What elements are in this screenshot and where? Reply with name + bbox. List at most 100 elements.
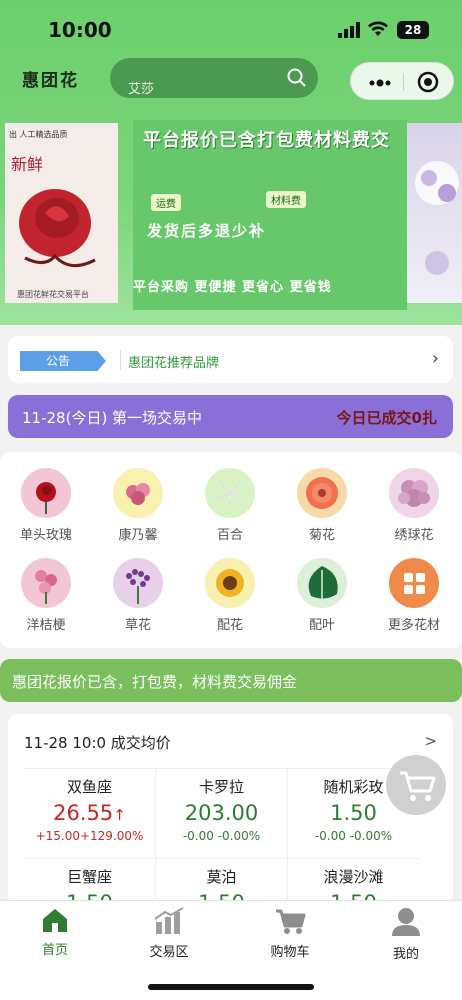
category-label: 配花 xyxy=(216,618,243,633)
announcement-badge: 公告 xyxy=(20,351,106,371)
category-lisianthus[interactable]: 洋桔梗 xyxy=(6,558,86,633)
banner-tag-material: 材料费 xyxy=(266,191,306,208)
search-icon[interactable] xyxy=(286,67,308,93)
home-indicator xyxy=(148,984,314,990)
battery-icon: 28 xyxy=(397,21,429,39)
miniprogram-capsule xyxy=(350,62,454,100)
leaf-icon xyxy=(297,558,347,608)
hydrangea-icon xyxy=(389,468,439,518)
announcement-divider xyxy=(120,350,121,370)
price-item-change: -0.00 -0.00% xyxy=(182,829,261,843)
category-label: 康乃馨 xyxy=(118,528,158,543)
banner-bottom-text: 平台采购 更便捷 更省心 更省钱 xyxy=(133,280,332,295)
banner-title: 平台报价已含打包费材料费交 xyxy=(143,130,390,151)
price-item[interactable]: 浪漫沙滩 1.50 xyxy=(288,866,419,904)
price-item-name: 巨蟹座 xyxy=(66,868,112,886)
banner-fresh-text: 新鲜 xyxy=(11,155,44,174)
category-hydrangea[interactable]: 绣球花 xyxy=(374,468,454,543)
floating-cart-button[interactable] xyxy=(386,755,446,815)
banner-rose-card: 出 人工精选品质 新鲜 惠团花鲜花交易平台 xyxy=(5,123,118,303)
tab-label: 购物车 xyxy=(270,945,310,960)
sunflower-icon xyxy=(205,558,255,608)
price-item-value: 26.55↑ xyxy=(53,801,126,825)
category-single-rose[interactable]: 单头玫瑰 xyxy=(6,468,86,543)
close-icon[interactable] xyxy=(417,71,439,97)
category-carnation[interactable]: 康乃馨 xyxy=(98,468,178,543)
home-icon xyxy=(43,909,67,932)
up-arrow-icon: ↑ xyxy=(113,806,126,824)
carnation-icon xyxy=(113,468,163,518)
rose-icon xyxy=(21,468,71,518)
category-label: 绣球花 xyxy=(394,528,434,543)
grid-icon xyxy=(389,558,439,608)
banner-flower-image xyxy=(407,123,462,303)
announcement-bar[interactable]: 公告 惠团花推荐品牌 › xyxy=(8,336,453,383)
category-foliage[interactable]: 配叶 xyxy=(282,558,362,633)
chart-icon xyxy=(154,907,184,934)
wifi-icon xyxy=(367,20,389,42)
price-item[interactable]: 巨蟹座 1.50 xyxy=(24,866,155,904)
search-input[interactable]: 艾莎 xyxy=(110,58,318,98)
price-item-name: 卡罗拉 xyxy=(198,778,244,796)
category-label: 百合 xyxy=(216,528,243,543)
announcement-text[interactable]: 惠团花推荐品牌 xyxy=(128,352,219,371)
shopping-cart-icon xyxy=(276,909,306,934)
price-item-name: 双鱼座 xyxy=(66,778,112,796)
tab-home[interactable]: 首页 xyxy=(10,907,100,958)
banner-left-top-text: 出 人工精选品质 xyxy=(9,130,68,139)
category-label: 洋桔梗 xyxy=(26,618,66,633)
banner-left-bottom-text: 惠团花鲜花交易平台 xyxy=(17,290,89,299)
price-item[interactable]: 卡罗拉 203.00 -0.00 -0.00% xyxy=(156,776,287,843)
promo-banner[interactable]: 出 人工精选品质 新鲜 惠团花鲜花交易平台 平台报价已含打包费材料费交 运费 材… xyxy=(0,120,462,310)
grass-flower-icon xyxy=(113,558,163,608)
chevron-right-icon[interactable]: › xyxy=(432,348,439,369)
category-label: 草花 xyxy=(124,618,151,633)
tab-label: 首页 xyxy=(41,943,68,958)
price-item-change: +15.00+129.00% xyxy=(35,829,144,843)
banner-tag-freight: 运费 xyxy=(151,194,181,211)
lily-icon xyxy=(205,468,255,518)
banner-main-panel: 平台报价已含打包费材料费交 运费 材料费 发货后多退少补 平台采购 更便捷 更省… xyxy=(133,120,407,310)
pricing-notice-bar: 惠团花报价已含，打包费，材料费交易佣金 xyxy=(0,659,462,702)
category-label: 配叶 xyxy=(308,618,335,633)
category-chrysanthemum[interactable]: 菊花 xyxy=(282,468,362,543)
chevron-right-icon[interactable]: > xyxy=(424,732,437,750)
price-item-change: -0.00 -0.00% xyxy=(314,829,393,843)
category-grass-flower[interactable]: 草花 xyxy=(98,558,178,633)
tab-profile[interactable]: 我的 xyxy=(361,907,451,962)
category-label: 更多花材 xyxy=(387,618,440,633)
category-filler-flower[interactable]: 配花 xyxy=(190,558,270,633)
category-lily[interactable]: 百合 xyxy=(190,468,270,543)
today-deals-count: 今日已成交0扎 xyxy=(336,409,437,427)
price-item[interactable]: 莫泊 1.50 xyxy=(156,866,287,904)
category-more-materials[interactable]: 更多花材 xyxy=(374,558,454,633)
price-item-value: 203.00 xyxy=(184,801,259,825)
trading-session-text: 11-28(今日) 第一场交易中 xyxy=(22,409,203,427)
price-item-name: 莫泊 xyxy=(206,868,237,886)
app-logo: 惠团花 xyxy=(22,71,79,91)
grid-divider xyxy=(24,858,419,859)
search-placeholder: 艾莎 xyxy=(128,82,155,97)
cellular-signal-icon xyxy=(338,22,360,42)
price-board-title: 11-28 10:0 成交均价 xyxy=(24,734,171,752)
status-bar: 10:00 28 xyxy=(0,0,462,50)
status-time: 10:00 xyxy=(48,18,112,42)
capsule-divider xyxy=(403,73,404,91)
trading-session-bar[interactable]: 11-28(今日) 第一场交易中 今日已成交0扎 xyxy=(8,395,453,438)
chrysanthemum-icon xyxy=(297,468,347,518)
more-icon[interactable] xyxy=(369,75,391,94)
tab-label: 交易区 xyxy=(149,945,189,960)
grid-divider xyxy=(24,768,419,769)
user-icon xyxy=(392,908,420,936)
tab-trading[interactable]: 交易区 xyxy=(124,907,214,960)
price-item[interactable]: 双鱼座 26.55↑ +15.00+129.00% xyxy=(24,776,155,843)
rose-image xyxy=(19,189,96,268)
lisianthus-icon xyxy=(21,558,71,608)
tab-cart[interactable]: 购物车 xyxy=(245,907,335,960)
price-item-name: 浪漫沙滩 xyxy=(323,868,384,886)
category-label: 菊花 xyxy=(308,528,335,543)
category-grid: 单头玫瑰 康乃馨 百合 菊花 绣球花 洋桔梗 草花 配花 配叶 更多花材 xyxy=(0,452,462,648)
category-label: 单头玫瑰 xyxy=(19,528,72,543)
shopping-cart-icon xyxy=(400,771,436,801)
tab-label: 我的 xyxy=(392,947,419,962)
